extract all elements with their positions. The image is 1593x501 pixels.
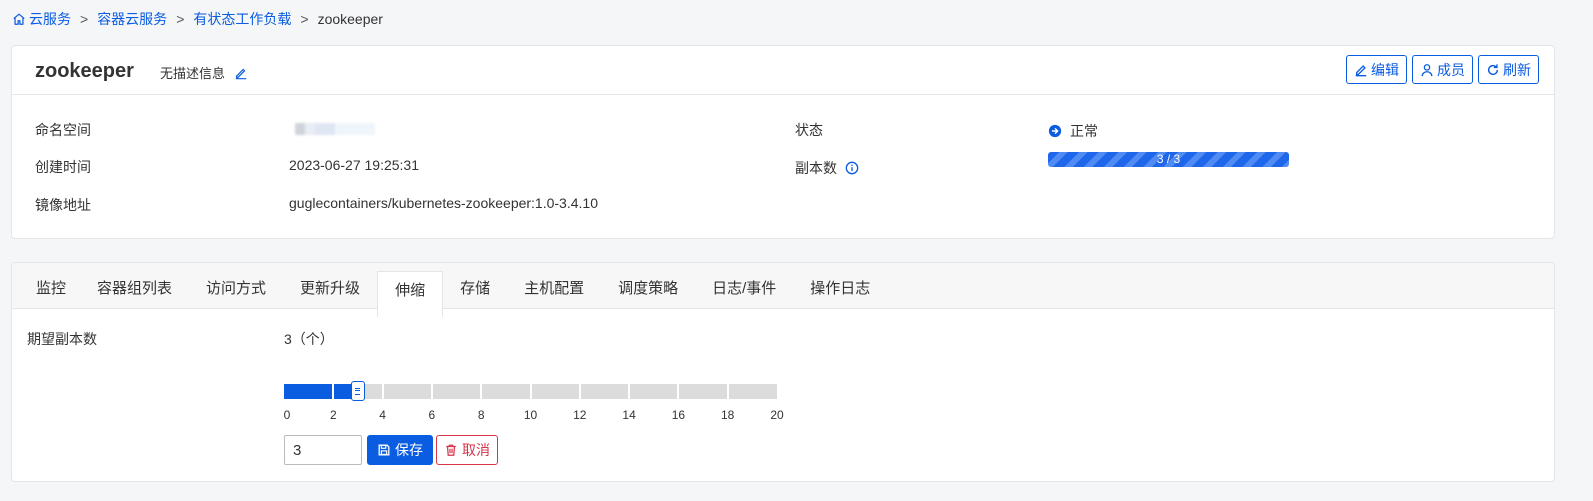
edit-button[interactable]: 编辑: [1346, 55, 1407, 84]
refresh-label: 刷新: [1503, 61, 1531, 78]
slider-tick: [480, 384, 483, 399]
slider-tick-label: 20: [770, 408, 784, 422]
breadcrumb-item-container-cloud[interactable]: 容器云服务: [97, 9, 167, 29]
trash-icon: [446, 444, 456, 456]
refresh-button[interactable]: 刷新: [1478, 55, 1539, 84]
tab-logs-events[interactable]: 日志/事件: [695, 263, 793, 308]
slider-tick: [430, 384, 433, 399]
replicas-label: 副本数: [795, 160, 837, 176]
namespace-label: 命名空间: [35, 122, 91, 138]
pencil-icon: [1355, 64, 1367, 76]
description: 无描述信息: [160, 63, 248, 82]
slider-tick: [381, 384, 384, 399]
slider-tick: [529, 384, 532, 399]
replicas-label-wrap: 副本数: [795, 158, 859, 178]
desired-replicas-value: 3（个）: [284, 331, 334, 347]
pencil-icon[interactable]: [234, 66, 248, 80]
save-label: 保存: [395, 442, 423, 458]
save-button[interactable]: 保存: [367, 435, 433, 465]
tab-upgrade[interactable]: 更新升级: [283, 263, 377, 308]
tab-pod-list[interactable]: 容器组列表: [80, 263, 189, 308]
desired-replicas-label: 期望副本数: [27, 331, 97, 347]
status-text: 正常: [1070, 123, 1098, 139]
slider-tick-label: 14: [622, 408, 636, 422]
slider-handle[interactable]: [350, 381, 365, 401]
tab-host-config[interactable]: 主机配置: [507, 263, 601, 308]
arrow-circle-icon: [1048, 124, 1062, 138]
cancel-label: 取消: [462, 442, 490, 458]
cancel-button[interactable]: 取消: [436, 435, 498, 465]
members-label: 成员: [1437, 61, 1465, 78]
replicas-progress-bar: 3 / 3: [1048, 152, 1289, 167]
slider-tick-label: 12: [573, 408, 587, 422]
slider-tick: [677, 384, 680, 399]
status-value: 正常: [1048, 121, 1098, 141]
breadcrumb-item-stateful-workload[interactable]: 有状态工作负载: [193, 9, 291, 29]
tab-storage[interactable]: 存储: [443, 263, 507, 308]
breadcrumb: 云服务 > 容器云服务 > 有状态工作负载 > zookeeper: [12, 9, 383, 29]
tab-operation-log[interactable]: 操作日志: [793, 263, 887, 308]
edit-label: 编辑: [1371, 61, 1399, 78]
image-value: guglecontainers/kubernetes-zookeeper:1.0…: [289, 195, 598, 211]
status-label: 状态: [795, 122, 823, 138]
slider-tick: [628, 384, 631, 399]
slider-tick-label: 6: [428, 408, 436, 422]
image-label: 镜像地址: [35, 197, 91, 213]
user-icon: [1421, 63, 1433, 76]
save-icon: [378, 444, 390, 456]
slider-tick-label: 18: [721, 408, 735, 422]
slider-tick-label: 0: [283, 408, 291, 422]
members-button[interactable]: 成员: [1412, 55, 1473, 84]
slider-tick-label: 16: [671, 408, 686, 422]
tabs-card: 监控 容器组列表 访问方式 更新升级 伸缩 存储 主机配置 调度策略 日志/事件…: [11, 262, 1555, 482]
breadcrumb-current: zookeeper: [317, 11, 383, 27]
slider-tick-label: 10: [523, 408, 538, 422]
tab-scale[interactable]: 伸缩: [377, 271, 444, 317]
home-icon[interactable]: [12, 12, 26, 26]
tab-monitor[interactable]: 监控: [12, 263, 80, 308]
created-value: 2023-06-27 19:25:31: [289, 157, 419, 173]
replicas-slider[interactable]: [284, 381, 777, 401]
replicas-input[interactable]: [284, 435, 362, 465]
workload-detail-card: zookeeper 无描述信息 编辑 成员 刷新 命名空间 创建时间 2023-…: [11, 45, 1555, 239]
breadcrumb-separator: >: [300, 11, 309, 27]
slider-tick: [578, 384, 581, 399]
breadcrumb-separator: >: [176, 11, 185, 27]
refresh-icon: [1487, 63, 1499, 75]
slider-tick-label: 8: [477, 408, 485, 422]
breadcrumb-separator: >: [80, 11, 89, 27]
tab-scheduling[interactable]: 调度策略: [601, 263, 695, 308]
breadcrumb-item-cloud[interactable]: 云服务: [29, 9, 71, 29]
slider-tick: [332, 384, 335, 399]
header-actions: 编辑 成员 刷新: [1346, 55, 1539, 84]
slider-tick-label: 4: [379, 408, 386, 422]
tab-access[interactable]: 访问方式: [189, 263, 283, 308]
page-title: zookeeper: [35, 60, 134, 82]
namespace-value-redacted: [295, 123, 375, 135]
slider-tick-label: 2: [329, 408, 337, 422]
description-text: 无描述信息: [160, 66, 226, 81]
slider-tick: [726, 384, 729, 399]
tab-bar: 监控 容器组列表 访问方式 更新升级 伸缩 存储 主机配置 调度策略 日志/事件…: [12, 263, 1554, 317]
detail-header: zookeeper 无描述信息 编辑 成员 刷新: [12, 46, 1554, 95]
created-label: 创建时间: [35, 159, 91, 175]
info-icon[interactable]: [845, 161, 859, 175]
slider-fill: [284, 384, 358, 399]
